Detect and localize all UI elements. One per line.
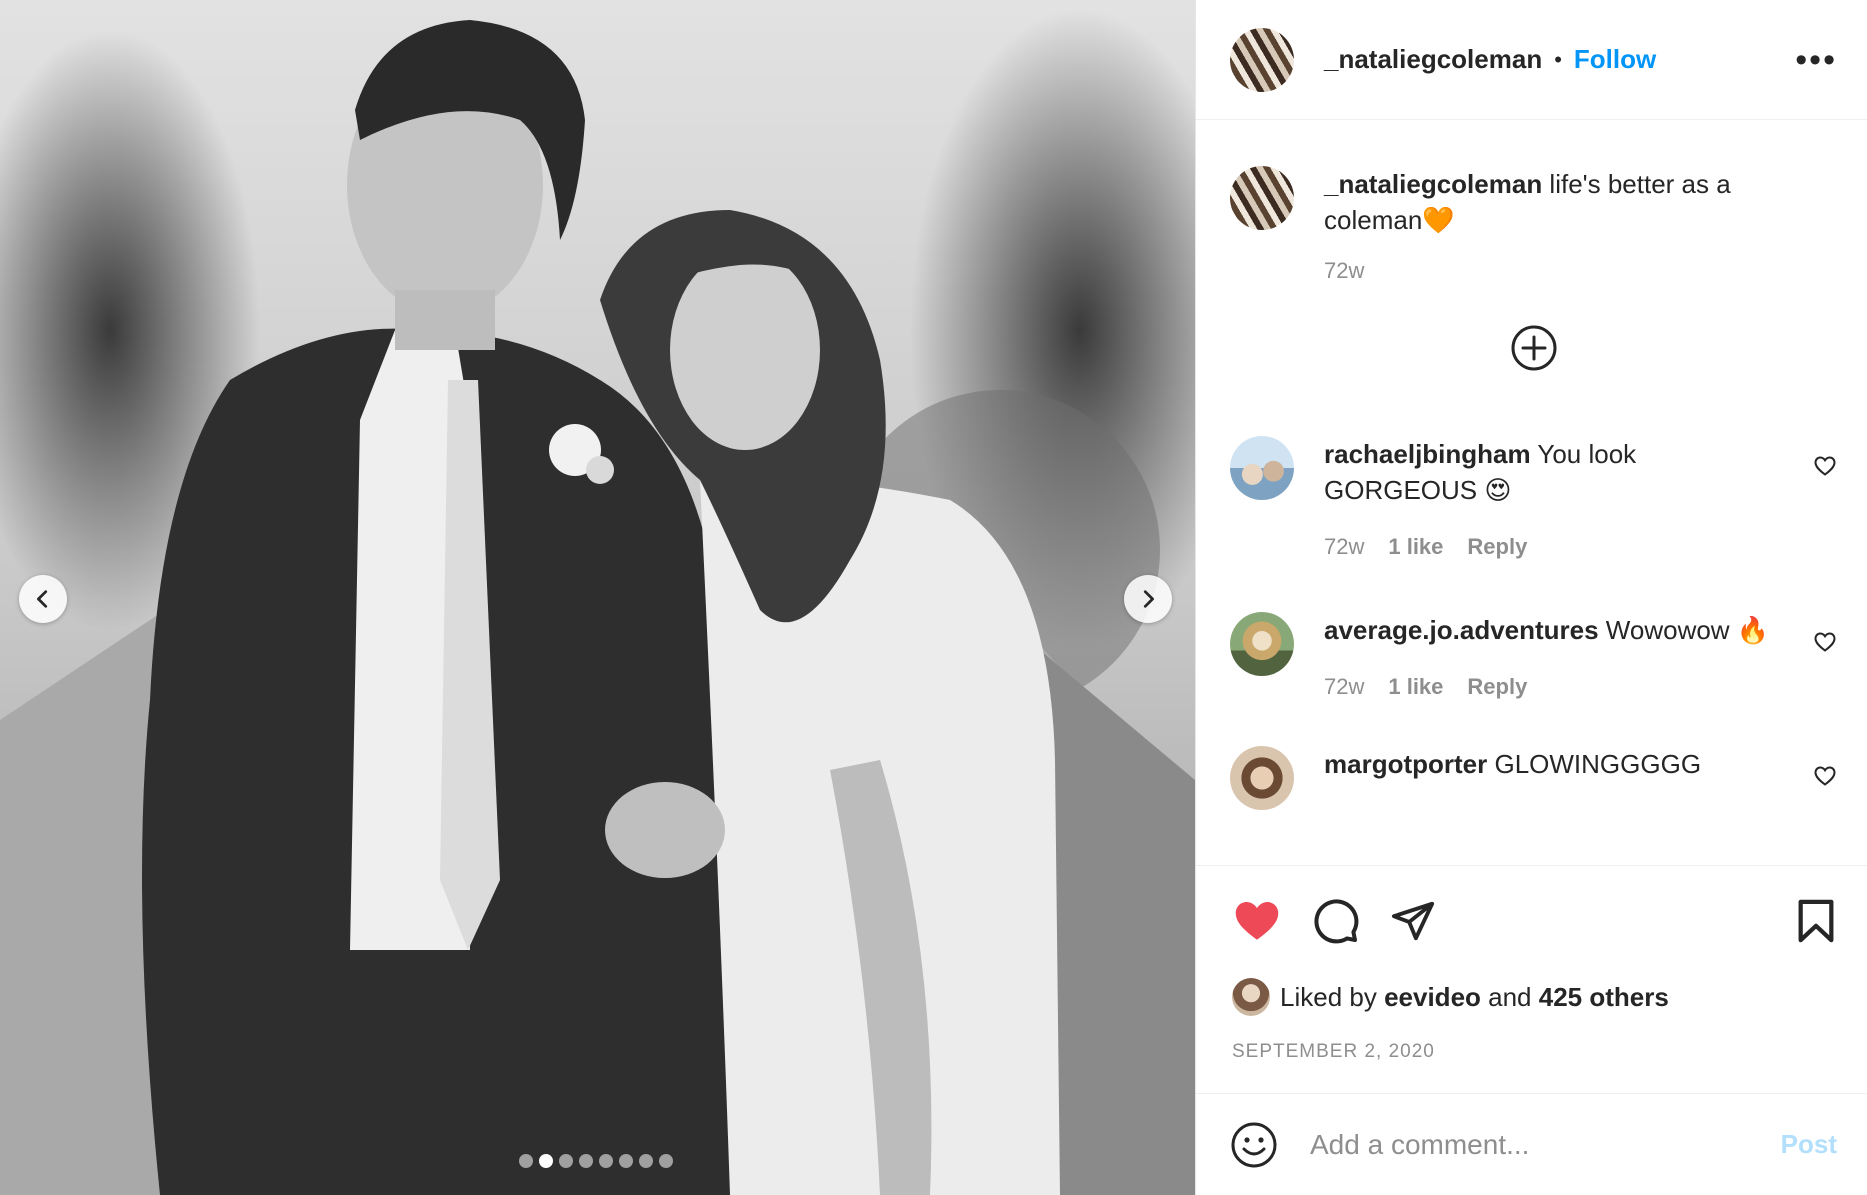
comment-text: GLOWINGGGGG [1487, 749, 1702, 779]
carousel-dot [519, 1154, 533, 1168]
save-button[interactable] [1795, 898, 1837, 944]
comment-button[interactable] [1312, 897, 1360, 945]
previous-photo-button[interactable] [19, 575, 67, 623]
carousel-dot [639, 1154, 653, 1168]
comment-like-count[interactable]: 1 like [1388, 674, 1443, 700]
post-media[interactable] [0, 0, 1195, 1195]
caption-avatar[interactable] [1230, 166, 1294, 230]
like-comment-icon[interactable] [1813, 764, 1837, 788]
share-icon [1391, 901, 1435, 940]
like-button[interactable] [1232, 896, 1282, 946]
chevron-right-icon [1143, 590, 1154, 608]
comment-item: margotporter GLOWINGGGGG [1230, 746, 1837, 810]
plus-circle-icon [1511, 325, 1556, 371]
carousel-dot [579, 1154, 593, 1168]
like-comment-icon[interactable] [1813, 630, 1837, 654]
comment-avatar[interactable] [1230, 612, 1294, 676]
carousel-dot [599, 1154, 613, 1168]
post-date[interactable]: SEPTEMBER 2, 2020 [1196, 1041, 1867, 1063]
liker-avatar[interactable] [1232, 978, 1270, 1016]
carousel-dot [559, 1154, 573, 1168]
likes-others-link[interactable]: 425 others [1539, 982, 1669, 1013]
likes-summary: Liked by eevideo and 425 others [1196, 975, 1867, 1019]
comment-username[interactable]: margotporter [1324, 749, 1487, 779]
comment-avatar[interactable] [1230, 746, 1294, 810]
comment-age[interactable]: 72w [1324, 674, 1364, 700]
chevron-left-icon [37, 590, 48, 608]
carousel-dot [619, 1154, 633, 1168]
comment-avatar[interactable] [1230, 436, 1294, 500]
post-header: _nataliegcoleman • Follow ••• [1196, 0, 1867, 120]
comment-input[interactable] [1308, 1127, 1781, 1162]
comment-age[interactable]: 72w [1324, 534, 1364, 560]
carousel-dot [659, 1154, 673, 1168]
author-avatar[interactable] [1230, 27, 1294, 92]
post-details-panel: _nataliegcoleman • Follow ••• _nataliegc… [1195, 0, 1867, 1195]
post-actions-bar [1196, 865, 1867, 975]
comment-item: rachaeljbingham You look GORGEOUS 😍 72w … [1230, 436, 1837, 560]
reply-button[interactable]: Reply [1467, 674, 1527, 700]
heart-icon [1235, 901, 1279, 940]
share-button[interactable] [1390, 898, 1436, 944]
comment-icon [1314, 898, 1359, 943]
add-comment-bar: Post [1196, 1093, 1867, 1195]
reply-button[interactable]: Reply [1467, 534, 1527, 560]
author-username[interactable]: _nataliegcoleman [1324, 44, 1542, 75]
caption-username[interactable]: _nataliegcoleman [1324, 169, 1542, 199]
like-comment-icon[interactable] [1813, 454, 1837, 478]
post-comment-button[interactable]: Post [1781, 1129, 1837, 1160]
comment-item: average.jo.adventures Wowowow 🔥 72w 1 li… [1230, 612, 1837, 700]
more-options-icon[interactable]: ••• [1795, 43, 1837, 77]
comment-like-count[interactable]: 1 like [1388, 534, 1443, 560]
header-separator: • [1554, 46, 1562, 72]
likes-middle: and [1488, 981, 1532, 1012]
caption-age[interactable]: 72w [1324, 258, 1364, 284]
carousel-indicator [519, 1154, 673, 1168]
comment-username[interactable]: rachaeljbingham [1324, 439, 1531, 469]
load-more-comments-button[interactable] [1230, 312, 1837, 384]
comments-section[interactable]: _nataliegcoleman life's better as a cole… [1196, 120, 1867, 865]
comment-username[interactable]: average.jo.adventures [1324, 615, 1599, 645]
likes-prefix: Liked by [1280, 981, 1377, 1012]
carousel-dot [539, 1154, 553, 1168]
caption: _nataliegcoleman life's better as a cole… [1230, 166, 1837, 284]
instagram-post: _nataliegcoleman • Follow ••• _nataliegc… [0, 0, 1867, 1195]
next-photo-button[interactable] [1124, 575, 1172, 623]
post-photo [0, 0, 1195, 1195]
comment-text: Wowowow 🔥 [1598, 615, 1770, 645]
follow-button[interactable]: Follow [1574, 44, 1656, 75]
emoji-icon[interactable] [1230, 1121, 1278, 1169]
bookmark-icon [1798, 899, 1834, 942]
liker-username[interactable]: eevideo [1384, 982, 1481, 1013]
caption-text: _nataliegcoleman life's better as a cole… [1324, 166, 1784, 238]
